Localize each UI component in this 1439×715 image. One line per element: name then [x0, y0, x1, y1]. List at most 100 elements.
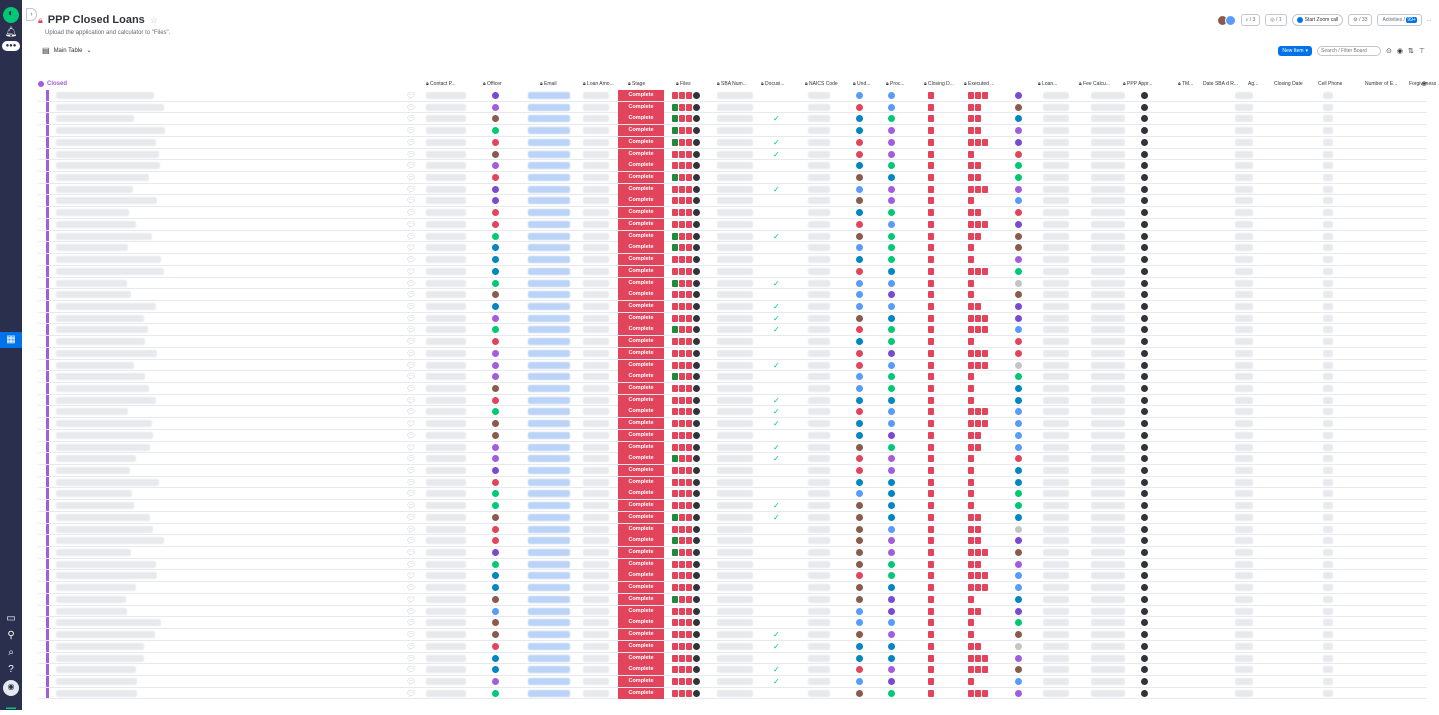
- tm-avatar[interactable]: [1141, 420, 1148, 428]
- pdf-file-icon[interactable]: [686, 431, 692, 439]
- stage-status[interactable]: Complete: [618, 547, 664, 559]
- pdf-file-icon[interactable]: [968, 467, 974, 474]
- tm-avatar[interactable]: [1141, 103, 1148, 111]
- pdf-file-icon[interactable]: [928, 291, 934, 299]
- pdf-file-icon[interactable]: [672, 396, 678, 404]
- contact-cell[interactable]: [426, 513, 466, 521]
- executed-docs-cell[interactable]: [968, 92, 988, 99]
- more-files-icon[interactable]: [693, 92, 700, 99]
- closing-docs-cell[interactable]: [928, 549, 934, 557]
- table-row[interactable]: 💬︎ Complete ✓: [38, 629, 1427, 641]
- stage-status[interactable]: Complete: [618, 183, 664, 195]
- pdf-file-icon[interactable]: [672, 244, 678, 252]
- table-row[interactable]: 💬︎ Complete ✓: [38, 511, 1427, 524]
- closing-date-cell[interactable]: [1235, 666, 1253, 674]
- pdf-file-icon[interactable]: [686, 349, 692, 357]
- pdf-file-icon[interactable]: [975, 349, 981, 357]
- officer-avatar[interactable]: [492, 162, 499, 170]
- underwriter-avatar[interactable]: [856, 174, 863, 182]
- loan-amount-cell[interactable]: [583, 443, 609, 451]
- email-cell[interactable]: [528, 115, 570, 123]
- loan-amount-cell[interactable]: [583, 302, 609, 310]
- pdf-file-icon[interactable]: [975, 689, 981, 697]
- stage-status[interactable]: Complete: [618, 418, 664, 430]
- contact-cell[interactable]: [426, 431, 466, 439]
- naics-cell[interactable]: [808, 373, 830, 381]
- stage-status[interactable]: Complete: [618, 242, 664, 254]
- pdf-file-icon[interactable]: [928, 138, 934, 146]
- executed-docs-cell[interactable]: [968, 677, 974, 685]
- table-row[interactable]: 💬︎ Complete ✓: [38, 675, 1427, 688]
- column-header[interactable]: Cell Phone: [1318, 81, 1342, 87]
- loan-officer-avatar[interactable]: [1015, 396, 1022, 404]
- tm-avatar[interactable]: [1141, 560, 1148, 568]
- executed-docs-cell[interactable]: [968, 689, 988, 697]
- pdf-file-icon[interactable]: [686, 584, 692, 592]
- tm-avatar[interactable]: [1141, 642, 1148, 650]
- chat-icon[interactable]: 💬︎: [406, 161, 416, 170]
- contact-cell[interactable]: [426, 478, 466, 486]
- executed-docs-cell[interactable]: [968, 115, 981, 123]
- processor-avatar[interactable]: [888, 384, 895, 392]
- pdf-file-icon[interactable]: [672, 502, 678, 510]
- fee-calc-cell[interactable]: [1043, 525, 1069, 533]
- sba-number-cell[interactable]: [717, 384, 753, 392]
- contact-cell[interactable]: [426, 150, 466, 158]
- underwriter-avatar[interactable]: [856, 361, 863, 369]
- fee-calc-cell[interactable]: [1043, 478, 1069, 486]
- chat-icon[interactable]: 💬︎: [406, 407, 416, 416]
- processor-avatar[interactable]: [888, 584, 895, 592]
- fee-calc-cell[interactable]: [1043, 396, 1069, 404]
- tm-avatar[interactable]: [1141, 408, 1148, 416]
- email-cell[interactable]: [528, 502, 570, 510]
- contact-cell[interactable]: [426, 584, 466, 592]
- pdf-file-icon[interactable]: [975, 127, 981, 135]
- pdf-file-icon[interactable]: [968, 525, 974, 533]
- pdf-file-icon[interactable]: [679, 431, 685, 439]
- table-row[interactable]: 💬︎ Complete ✓: [38, 664, 1427, 676]
- files-cell[interactable]: [672, 478, 700, 486]
- pdf-file-icon[interactable]: [928, 373, 934, 381]
- officer-avatar[interactable]: [492, 560, 499, 568]
- naics-cell[interactable]: [808, 127, 830, 135]
- sba-number-cell[interactable]: [717, 127, 753, 135]
- pdf-file-icon[interactable]: [679, 595, 685, 603]
- underwriter-avatar[interactable]: [856, 689, 863, 697]
- more-files-icon[interactable]: [693, 619, 700, 627]
- sba-number-cell[interactable]: [717, 619, 753, 627]
- column-header[interactable]: 🔒︎ Executed ...: [964, 81, 994, 87]
- processor-avatar[interactable]: [888, 689, 895, 697]
- employee-count-cell[interactable]: [1323, 595, 1333, 603]
- fee-calc-cell[interactable]: [1043, 431, 1069, 439]
- closing-docs-cell[interactable]: [928, 384, 934, 392]
- column-header[interactable]: 🔒︎ Loan Amo...: [583, 81, 614, 87]
- naics-cell[interactable]: [808, 502, 830, 510]
- email-cell[interactable]: [528, 513, 570, 521]
- pdf-file-icon[interactable]: [928, 619, 934, 627]
- naics-cell[interactable]: [808, 279, 830, 287]
- sba-number-cell[interactable]: [717, 654, 753, 662]
- sba-number-cell[interactable]: [717, 220, 753, 228]
- table-row[interactable]: 💬︎ Complete: [38, 429, 1427, 442]
- contact-cell[interactable]: [426, 595, 466, 603]
- pdf-file-icon[interactable]: [928, 467, 934, 474]
- naics-cell[interactable]: [808, 677, 830, 685]
- executed-docs-cell[interactable]: [968, 174, 981, 182]
- stage-status[interactable]: Complete: [618, 336, 664, 348]
- loan-officer-avatar[interactable]: [1015, 513, 1022, 521]
- pdf-file-icon[interactable]: [686, 420, 692, 428]
- pdf-file-icon[interactable]: [679, 490, 685, 498]
- ppp-approval-cell[interactable]: [1091, 267, 1125, 275]
- more-files-icon[interactable]: [693, 373, 700, 381]
- chat-icon[interactable]: 💬︎: [406, 478, 416, 487]
- more-files-icon[interactable]: [693, 584, 700, 592]
- item-name[interactable]: [56, 408, 128, 416]
- processor-avatar[interactable]: [888, 103, 895, 111]
- underwriter-avatar[interactable]: [856, 677, 863, 685]
- loan-amount-cell[interactable]: [583, 103, 609, 111]
- pdf-file-icon[interactable]: [928, 115, 934, 123]
- pdf-file-icon[interactable]: [686, 677, 692, 685]
- stage-status[interactable]: Complete: [618, 500, 664, 512]
- executed-docs-cell[interactable]: [968, 420, 988, 428]
- pdf-file-icon[interactable]: [686, 490, 692, 498]
